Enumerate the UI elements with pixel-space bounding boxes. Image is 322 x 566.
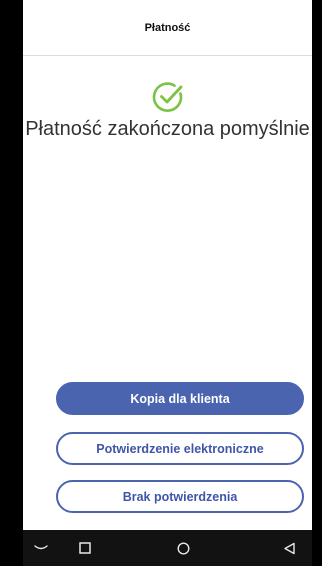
back-button[interactable] bbox=[275, 530, 303, 566]
app-screen: Płatność Płatność zakończona pomyślnie K… bbox=[23, 0, 312, 530]
check-circle-icon bbox=[152, 82, 182, 112]
device-frame: Płatność Płatność zakończona pomyślnie K… bbox=[0, 0, 322, 566]
back-icon bbox=[283, 542, 295, 554]
app-header: Płatność bbox=[23, 0, 312, 56]
payment-status: Płatność zakończona pomyślnie bbox=[23, 80, 312, 141]
keyboard-hide-icon bbox=[34, 545, 48, 550]
recent-apps-button[interactable] bbox=[71, 530, 99, 566]
electronic-confirmation-button[interactable]: Potwierdzenie elektroniczne bbox=[56, 432, 304, 465]
keyboard-hide-button[interactable] bbox=[27, 530, 55, 566]
home-button[interactable] bbox=[169, 530, 197, 566]
system-navigation-bar bbox=[23, 530, 312, 566]
page-title: Płatność bbox=[144, 21, 191, 34]
no-confirmation-button[interactable]: Brak potwierdzenia bbox=[56, 480, 304, 513]
customer-copy-button[interactable]: Kopia dla klienta bbox=[56, 382, 304, 415]
recent-apps-icon bbox=[79, 542, 91, 554]
status-message: Płatność zakończona pomyślnie bbox=[25, 118, 310, 140]
home-icon bbox=[176, 541, 190, 555]
